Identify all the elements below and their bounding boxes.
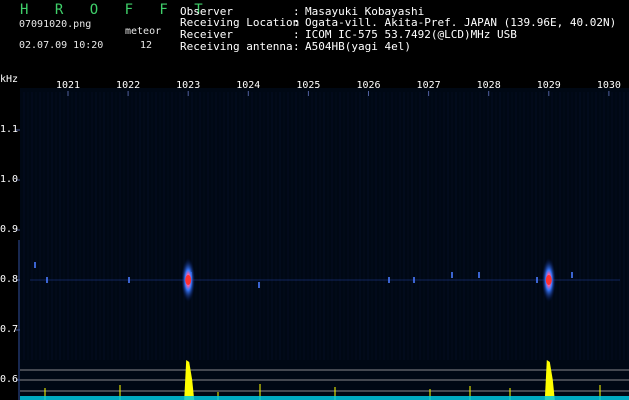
meteor-count: 12 — [140, 40, 153, 51]
small-echo — [571, 272, 573, 278]
small-echo — [478, 272, 480, 278]
x-tick-label: 1027 — [416, 80, 441, 91]
meteor-label: meteor — [125, 26, 162, 37]
x-tick-label: 1028 — [476, 80, 501, 91]
x-tick-label: 1024 — [236, 80, 261, 91]
small-echo — [46, 277, 48, 283]
small-echo — [128, 277, 130, 283]
file-name: 07091020.png — [19, 19, 92, 30]
meteor-echo-core — [185, 275, 192, 285]
x-tick-label: 1023 — [176, 80, 201, 91]
receiver-label: Receiver — [180, 28, 233, 41]
y-unit-label: kHz — [0, 74, 19, 85]
small-echo — [388, 277, 390, 283]
location-value: Ogata-vill. Akita-Pref. JAPAN (139.96E, … — [305, 16, 617, 29]
location-colon: : — [293, 16, 300, 29]
small-echo — [34, 262, 36, 268]
x-tick-label: 1021 — [55, 80, 81, 91]
x-tick-label: 1026 — [356, 80, 381, 91]
receiver-colon: : — [293, 28, 300, 41]
spectrogram-canvas — [16, 88, 629, 400]
x-tick-label: 1022 — [116, 80, 141, 91]
small-echo — [413, 277, 415, 283]
antenna-value: A504HB(yagi 4el) — [305, 40, 411, 53]
meteor-echo-core — [545, 275, 552, 285]
y-tick-label: 0.8 — [0, 274, 19, 285]
y-tick-label: 1.1 — [0, 124, 19, 135]
x-tick-label: 1025 — [296, 80, 321, 91]
y-tick-label: 1.0 — [0, 174, 19, 185]
x-tick-label: 1030 — [596, 80, 621, 91]
location-label: Receiving Location — [180, 16, 300, 29]
small-echo — [258, 282, 260, 288]
baseline-noise — [20, 396, 629, 400]
y-tick-label: 0.9 — [0, 224, 19, 235]
small-echo — [451, 272, 453, 278]
antenna-label: Receiving antenna — [180, 40, 293, 53]
y-tick-label: 0.7 — [0, 324, 19, 335]
x-tick-label: 1029 — [536, 80, 561, 91]
small-echo — [536, 277, 538, 283]
antenna-colon: : — [293, 40, 300, 53]
date-time: 02.07.09 10:20 — [19, 40, 104, 51]
receiver-value: ICOM IC-575 53.7492(@LCD)MHz USB — [305, 28, 517, 41]
y-tick-label: 0.6 — [0, 374, 19, 385]
